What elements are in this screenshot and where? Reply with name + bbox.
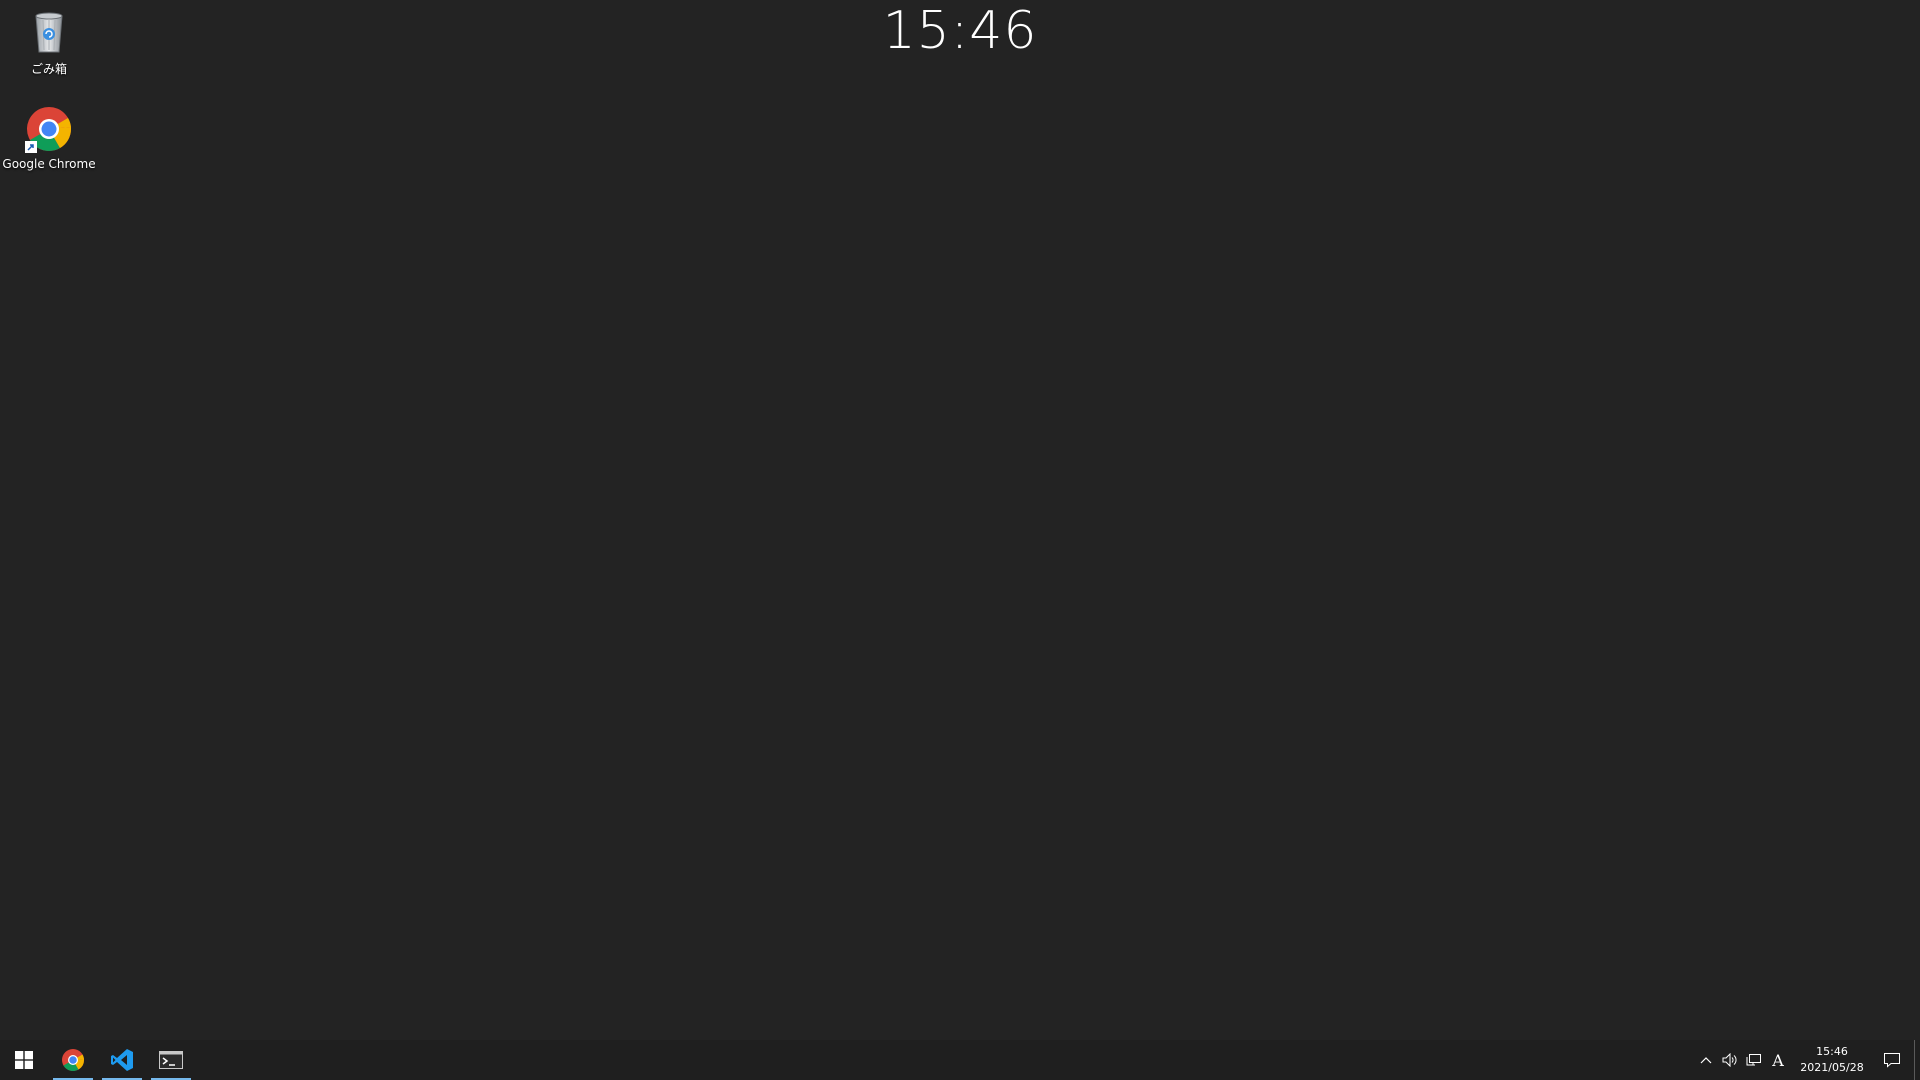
- volume-button[interactable]: [1718, 1040, 1742, 1080]
- network-button[interactable]: [1742, 1040, 1766, 1080]
- desktop-icon-recycle-bin[interactable]: ごみ箱: [1, 8, 97, 77]
- taskbar-app-chrome[interactable]: [49, 1040, 97, 1080]
- chrome-icon: [62, 1049, 84, 1071]
- desktop-clock: 15:46: [882, 1, 1038, 61]
- recycle-bin-icon: [25, 8, 73, 56]
- shortcut-arrow-icon: [25, 141, 37, 153]
- taskbar-app-vscode[interactable]: [98, 1040, 146, 1080]
- windows-logo-icon: [15, 1051, 33, 1069]
- taskbar: A 15:46 2021/05/28: [0, 1040, 1920, 1080]
- terminal-icon: [159, 1051, 183, 1069]
- chevron-up-icon: [1700, 1057, 1712, 1064]
- action-center-button[interactable]: [1870, 1040, 1914, 1080]
- show-desktop-button[interactable]: [1914, 1040, 1920, 1080]
- desktop-icon-google-chrome[interactable]: Google Chrome: [1, 105, 97, 171]
- tray-clock[interactable]: 15:46 2021/05/28: [1794, 1040, 1870, 1080]
- google-chrome-label: Google Chrome: [2, 157, 96, 171]
- vscode-icon: [111, 1049, 133, 1071]
- show-hidden-icons-button[interactable]: [1694, 1040, 1718, 1080]
- speaker-icon: [1722, 1053, 1737, 1067]
- start-button[interactable]: [0, 1040, 48, 1080]
- tray-date: 2021/05/28: [1800, 1061, 1864, 1074]
- notification-icon: [1884, 1053, 1900, 1068]
- network-wired-icon: [1746, 1054, 1761, 1066]
- taskbar-app-terminal[interactable]: [147, 1040, 195, 1080]
- desktop[interactable]: 15:46 ごみ箱 Google Chrome: [0, 0, 1920, 1040]
- system-tray: A 15:46 2021/05/28: [1694, 1040, 1920, 1080]
- tray-time: 15:46: [1816, 1045, 1848, 1058]
- ime-indicator[interactable]: A: [1766, 1040, 1790, 1080]
- chrome-icon: [25, 105, 73, 153]
- recycle-bin-label: ごみ箱: [30, 62, 67, 76]
